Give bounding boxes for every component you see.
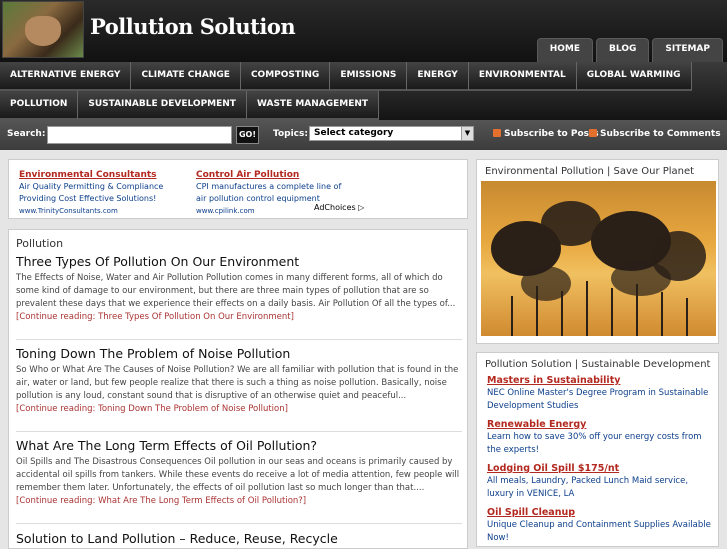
adchoices-link[interactable]: AdChoices ▷	[314, 203, 364, 212]
continue-reading-link[interactable]: [Continue reading: Toning Down The Probl…	[16, 403, 462, 416]
continue-reading-link[interactable]: [Continue reading: What Are The Long Ter…	[16, 495, 462, 508]
sidebar-ad-desc: Unique Cleanup and Containment Supplies …	[487, 520, 711, 543]
dropdown-arrow-icon[interactable]: ▼	[461, 127, 473, 140]
sidebar-ad-desc: NEC Online Master's Degree Program in Su…	[487, 388, 709, 411]
site-header: Pollution Solution HOME BLOG SITEMAP	[0, 0, 727, 62]
sidebar-ad-desc: All meals, Laundry, Packed Lunch Maid se…	[487, 476, 689, 499]
sidebar-ads-title: Pollution Solution | Sustainable Develop…	[485, 359, 711, 370]
search-label: Search:	[7, 129, 46, 139]
search-bar: Search: GO! Topics: Select category ▼ Sub…	[0, 120, 727, 150]
nav-global-warming[interactable]: GLOBAL WARMING	[576, 62, 692, 91]
post: Three Types Of Pollution On Our Environm…	[16, 254, 462, 324]
ad-title[interactable]: Control Air Pollution	[196, 169, 346, 181]
photo-widget-title: Environmental Pollution | Save Our Plane…	[485, 166, 695, 177]
nav-alternative-energy[interactable]: ALTERNATIVE ENERGY	[0, 62, 132, 91]
sidebar-ads-widget: Pollution Solution | Sustainable Develop…	[476, 352, 719, 547]
sidebar-ad-title[interactable]: Oil Spill Cleanup	[487, 506, 712, 519]
sidebar-ad-title[interactable]: Masters in Sustainability	[487, 374, 712, 387]
sidebar-ad-desc: Learn how to save 30% off your energy co…	[487, 432, 702, 455]
ad-box: Environmental Consultants Air Quality Pe…	[8, 159, 468, 219]
ad-desc: Air Quality Permitting & Compliance Prov…	[19, 182, 164, 203]
go-button[interactable]: GO!	[236, 126, 259, 144]
hands-heart-logo-icon[interactable]	[2, 1, 84, 58]
post: What Are The Long Term Effects of Oil Po…	[16, 438, 462, 508]
sidebar-ad[interactable]: Lodging Oil Spill $175/nt All meals, Lau…	[487, 462, 712, 501]
continue-reading-link[interactable]: [Continue reading: Three Types Of Pollut…	[16, 311, 462, 324]
tab-blog[interactable]: BLOG	[596, 38, 650, 62]
nav-climate-change[interactable]: CLIMATE CHANGE	[131, 62, 241, 91]
ad-item[interactable]: Environmental Consultants Air Quality Pe…	[19, 169, 189, 217]
topics-label: Topics:	[273, 129, 308, 139]
subscribe-posts-link[interactable]: Subscribe to Posts	[493, 129, 599, 139]
nav-environmental[interactable]: ENVIRONMENTAL	[468, 62, 577, 91]
nav-sustainable-development[interactable]: SUSTAINABLE DEVELOPMENT	[78, 91, 247, 120]
tab-home[interactable]: HOME	[536, 38, 594, 62]
category-select[interactable]: Select category ▼	[309, 126, 474, 141]
ad-desc: CPI manufactures a complete line of air …	[196, 182, 342, 203]
category-heading: Pollution	[16, 237, 64, 250]
post-excerpt: So Who or What Are The Causes of Noise P…	[16, 365, 459, 401]
post: Toning Down The Problem of Noise Polluti…	[16, 346, 462, 416]
subscribe-comments-link[interactable]: Subscribe to Comments	[589, 129, 721, 139]
sidebar-ad[interactable]: Masters in Sustainability NEC Online Mas…	[487, 374, 712, 413]
main-nav: ALTERNATIVE ENERGY CLIMATE CHANGE COMPOS…	[0, 62, 727, 120]
nav-waste-management[interactable]: WASTE MANAGEMENT	[246, 91, 380, 120]
category-selected: Select category	[314, 128, 394, 138]
rss-icon	[589, 129, 597, 137]
search-input[interactable]	[47, 126, 232, 144]
divider	[16, 431, 462, 432]
photo-widget: Environmental Pollution | Save Our Plane…	[476, 159, 719, 344]
post-excerpt: Oil Spills and The Disastrous Consequenc…	[16, 457, 460, 493]
sidebar-ad[interactable]: Oil Spill Cleanup Unique Cleanup and Con…	[487, 506, 712, 545]
ad-title[interactable]: Environmental Consultants	[19, 169, 189, 181]
smokestacks-photo	[481, 181, 716, 336]
post-excerpt: The Effects of Noise, Water and Air Poll…	[16, 273, 456, 309]
top-tabs: HOME BLOG SITEMAP	[536, 38, 723, 62]
sidebar-ad-title[interactable]: Lodging Oil Spill $175/nt	[487, 462, 712, 475]
sidebar-ad-title[interactable]: Renewable Energy	[487, 418, 712, 431]
post: Solution to Land Pollution – Reduce, Reu…	[16, 531, 462, 549]
post-title[interactable]: Three Types Of Pollution On Our Environm…	[16, 254, 462, 269]
site-title[interactable]: Pollution Solution	[90, 14, 296, 39]
nav-energy[interactable]: ENERGY	[407, 62, 469, 91]
divider	[16, 523, 462, 524]
nav-composting[interactable]: COMPOSTING	[240, 62, 331, 91]
nav-emissions[interactable]: EMISSIONS	[330, 62, 408, 91]
nav-pollution[interactable]: POLLUTION	[0, 91, 79, 120]
divider	[16, 339, 462, 340]
post-title[interactable]: Toning Down The Problem of Noise Polluti…	[16, 346, 462, 361]
tab-sitemap[interactable]: SITEMAP	[652, 38, 723, 62]
main-content: Pollution Three Types Of Pollution On Ou…	[8, 229, 468, 549]
ad-url[interactable]: www.TrinityConsultants.com	[19, 205, 189, 217]
post-title[interactable]: What Are The Long Term Effects of Oil Po…	[16, 438, 462, 453]
adchoices-icon: ▷	[358, 203, 365, 212]
rss-icon	[493, 129, 501, 137]
sidebar-ad[interactable]: Renewable Energy Learn how to save 30% o…	[487, 418, 712, 457]
post-title[interactable]: Solution to Land Pollution – Reduce, Reu…	[16, 531, 462, 546]
